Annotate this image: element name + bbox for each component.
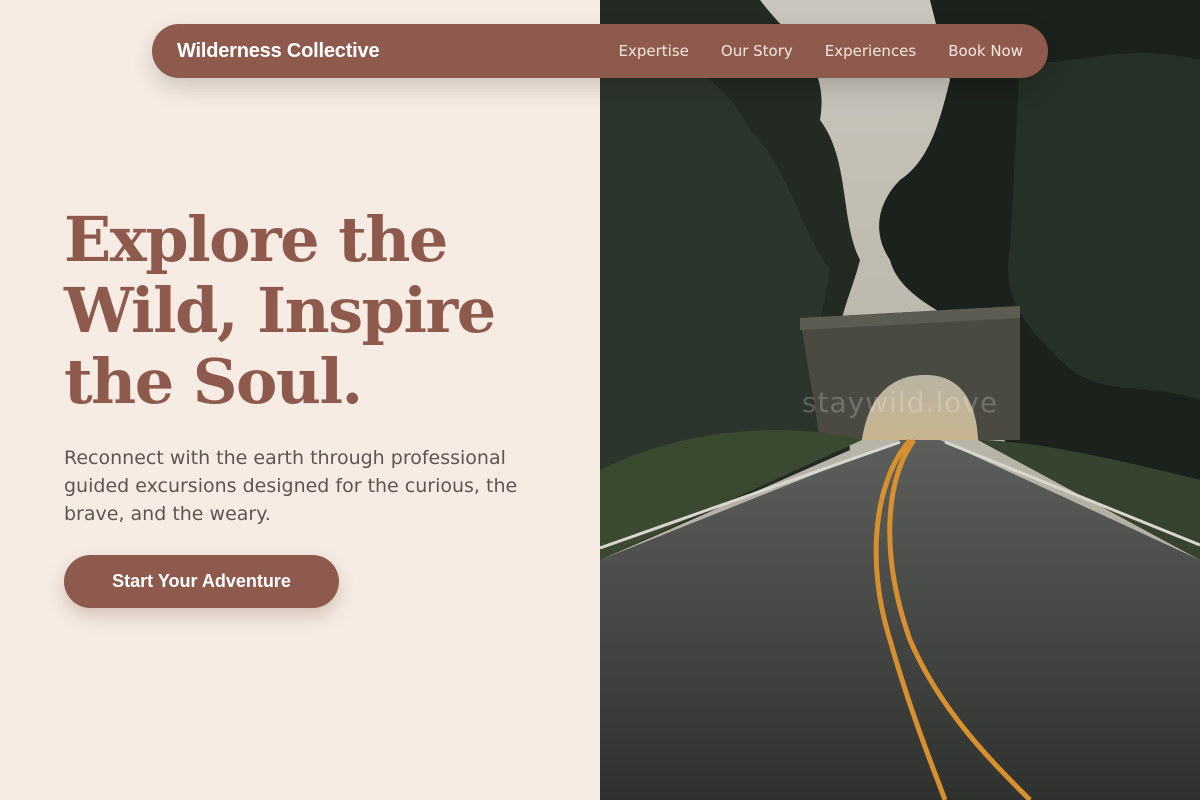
nav-links: Expertise Our Story Experiences Book Now [587, 42, 1023, 60]
hero-subtext: Reconnect with the earth through profess… [64, 447, 518, 525]
nav-link-experiences[interactable]: Experiences [825, 42, 916, 60]
watermark-text: staywild.love [801, 386, 999, 419]
start-adventure-button[interactable]: Start Your Adventure [64, 555, 339, 608]
nav-link-expertise[interactable]: Expertise [619, 42, 689, 60]
top-navbar: Wilderness Collective Expertise Our Stor… [152, 24, 1048, 78]
nav-link-our-story[interactable]: Our Story [721, 42, 793, 60]
brand-logo-text[interactable]: Wilderness Collective [177, 40, 380, 63]
hero-headline: Explore the Wild, Inspire the Soul. [64, 203, 496, 418]
nav-link-book-now[interactable]: Book Now [948, 42, 1023, 60]
